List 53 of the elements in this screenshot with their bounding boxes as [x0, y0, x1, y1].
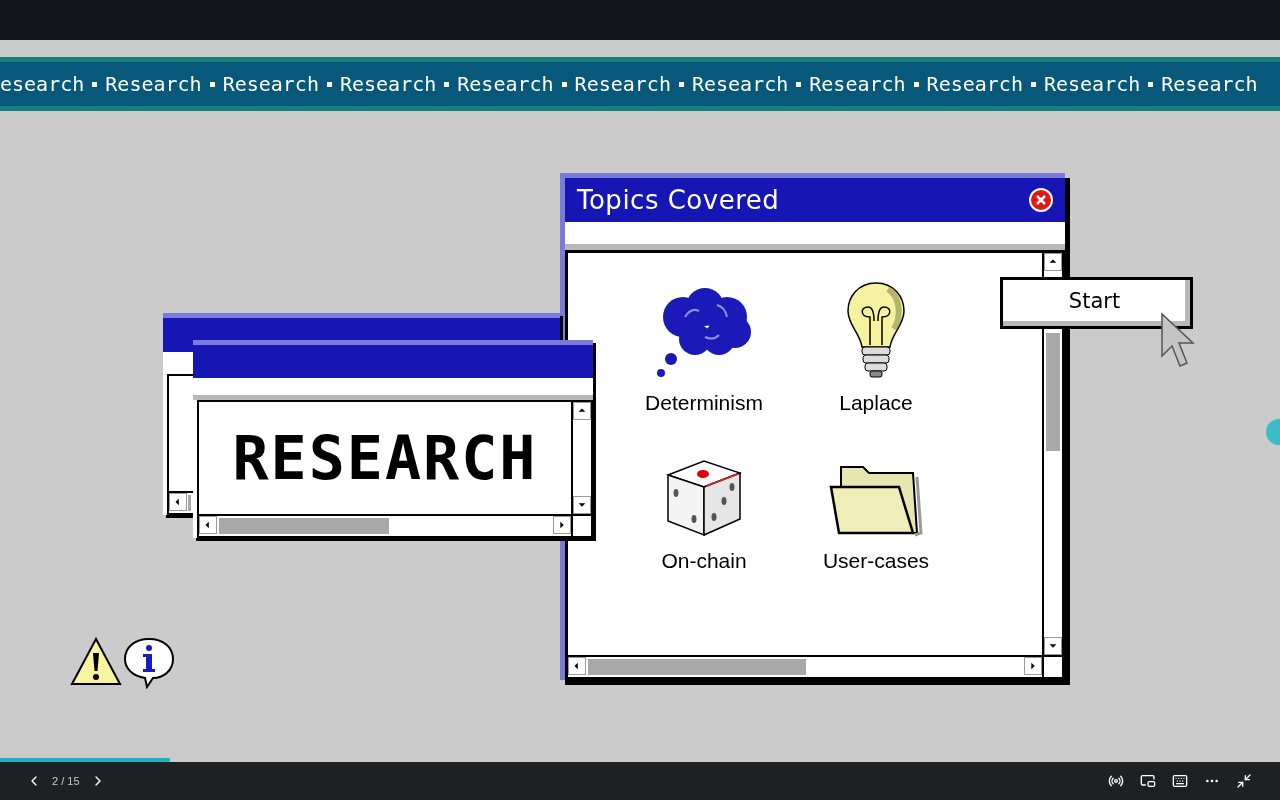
thought-bubble-icon — [655, 287, 753, 379]
close-button[interactable] — [1029, 188, 1053, 212]
scrollbar-thumb[interactable] — [1046, 333, 1060, 451]
scroll-left-button[interactable] — [199, 516, 217, 534]
scroll-up-button[interactable] — [573, 402, 591, 420]
scrollbar-thumb[interactable] — [219, 518, 389, 534]
bullet-icon — [209, 81, 215, 87]
scroll-left-button[interactable] — [568, 657, 586, 675]
warning-icon — [70, 637, 122, 687]
window-title: Topics Covered — [577, 183, 780, 217]
bullet-icon — [796, 81, 802, 87]
bullet-icon — [92, 81, 98, 87]
item-label: User-cases — [822, 547, 930, 574]
window-heading: RESEARCH — [232, 428, 538, 488]
side-handle[interactable] — [1266, 419, 1280, 445]
minimize-icon — [1236, 773, 1252, 789]
scrollbar-thumb[interactable] — [588, 659, 806, 675]
bullet-icon — [1148, 81, 1154, 87]
banner-text: Research — [222, 71, 319, 98]
scroll-left-button[interactable] — [169, 493, 187, 511]
bullet-icon — [913, 81, 919, 87]
keyboard-icon — [1172, 773, 1188, 789]
bullet-icon — [1030, 81, 1036, 87]
scroll-down-button[interactable] — [1044, 637, 1062, 655]
bullet-icon — [326, 81, 332, 87]
banner-text: Research — [105, 71, 202, 98]
close-icon — [1035, 194, 1047, 206]
banner-text: Research — [574, 71, 671, 98]
scroll-down-button[interactable] — [573, 496, 591, 514]
scroll-right-button[interactable] — [1024, 657, 1042, 675]
bullet-icon — [444, 81, 450, 87]
banner-text: Research — [1161, 71, 1258, 98]
scroll-right-button[interactable] — [553, 516, 571, 534]
banner-text: Research — [809, 71, 906, 98]
bullet-icon — [561, 81, 567, 87]
bullet-icon — [678, 81, 684, 87]
item-label: Laplace — [839, 390, 913, 416]
banner-text: esearch — [0, 71, 85, 98]
banner-text: Research — [339, 71, 437, 98]
light-bulb-icon — [844, 281, 908, 379]
start-button[interactable]: Start — [1000, 277, 1193, 329]
banner-text: Research — [926, 71, 1023, 98]
scrollbar-thumb[interactable] — [188, 495, 191, 511]
window-icon — [1140, 773, 1156, 789]
item-label: Determinism — [645, 390, 763, 416]
banner-text: Research — [457, 71, 554, 98]
info-icon — [123, 637, 175, 689]
banner-text: Research — [1043, 71, 1141, 98]
banner-text: Research — [691, 71, 789, 98]
broadcast-icon — [1108, 773, 1124, 789]
page-counter: 2 / 15 — [52, 773, 80, 789]
scroll-up-button[interactable] — [1044, 253, 1062, 271]
item-label: On-chain — [661, 547, 747, 574]
